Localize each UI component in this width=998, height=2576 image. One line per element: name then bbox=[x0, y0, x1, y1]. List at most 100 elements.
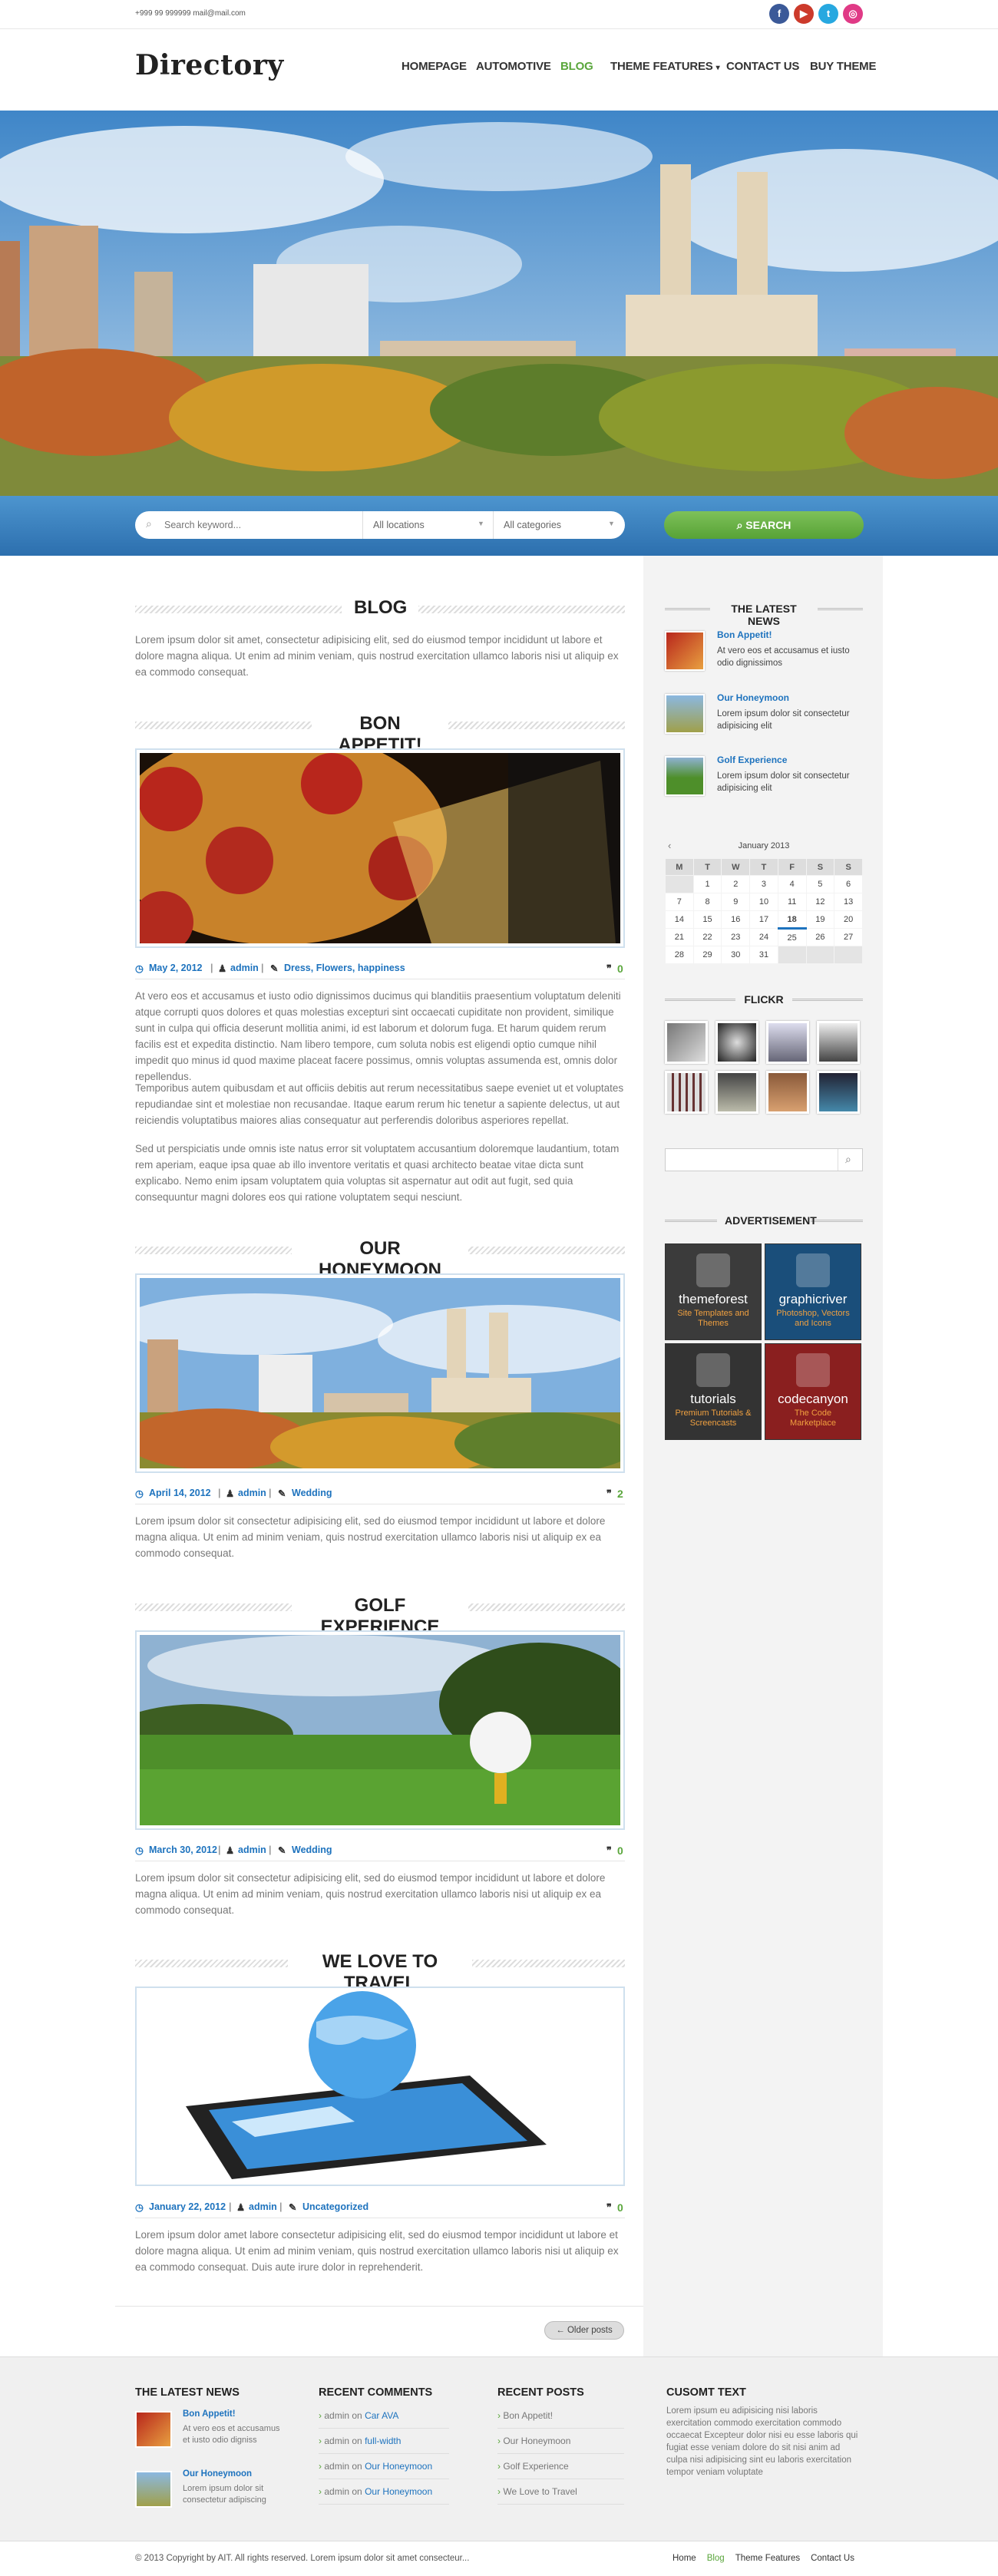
recent-post[interactable]: › Bon Appetit! bbox=[497, 2403, 624, 2429]
post-image[interactable] bbox=[117, 1273, 639, 1478]
comment-post-link[interactable]: Car AVA bbox=[365, 2410, 398, 2421]
footer-link[interactable]: Home bbox=[672, 2554, 696, 2563]
post-date[interactable]: May 2, 2012 bbox=[149, 963, 203, 973]
post-date[interactable]: March 30, 2012 bbox=[149, 1844, 217, 1855]
flickr-photo[interactable] bbox=[766, 1021, 809, 1064]
flickr-photo[interactable] bbox=[665, 1071, 708, 1114]
comment-count[interactable]: 0 bbox=[617, 1844, 623, 1857]
calendar-day[interactable]: 8 bbox=[692, 893, 722, 911]
dribbble-icon[interactable]: ◎ bbox=[843, 4, 863, 24]
calendar-day[interactable]: 22 bbox=[692, 928, 722, 946]
recent-post[interactable]: › Our Honeymoon bbox=[497, 2429, 624, 2454]
calendar-day[interactable]: 12 bbox=[805, 893, 835, 911]
calendar-day[interactable]: 3 bbox=[749, 875, 778, 893]
news-thumbnail[interactable] bbox=[665, 756, 705, 796]
news-title[interactable]: Our Honeymoon bbox=[717, 692, 789, 703]
flickr-photo[interactable] bbox=[817, 1021, 860, 1064]
calendar-day[interactable]: 20 bbox=[834, 910, 863, 929]
footer-link[interactable]: Contact Us bbox=[811, 2554, 854, 2563]
comment-count[interactable]: 0 bbox=[617, 2201, 623, 2214]
comment-count[interactable]: 0 bbox=[617, 963, 623, 975]
older-posts-button[interactable]: ← Older posts bbox=[544, 2321, 624, 2340]
news-title[interactable]: Bon Appetit! bbox=[183, 2409, 236, 2419]
calendar-day[interactable]: 28 bbox=[665, 946, 694, 964]
post-tags[interactable]: Dress, Flowers, happiness bbox=[284, 963, 405, 973]
recent-post-link[interactable]: Bon Appetit! bbox=[503, 2410, 553, 2421]
calendar-day[interactable]: 16 bbox=[721, 910, 751, 929]
post-tags[interactable]: Uncategorized bbox=[302, 2201, 368, 2212]
calendar-day[interactable]: 9 bbox=[721, 893, 751, 911]
calendar-day[interactable]: 10 bbox=[749, 893, 778, 911]
comment-post-link[interactable]: full-width bbox=[365, 2436, 401, 2446]
post-author[interactable]: admin bbox=[249, 2201, 277, 2212]
nav-blog[interactable]: BLOG bbox=[560, 60, 593, 73]
location-select[interactable]: All locations bbox=[373, 520, 488, 530]
news-thumbnail[interactable] bbox=[665, 631, 705, 671]
calendar-day[interactable]: 25 bbox=[777, 928, 807, 946]
post-image[interactable] bbox=[109, 730, 625, 953]
calendar-day[interactable]: 23 bbox=[721, 928, 751, 946]
youtube-icon[interactable]: ▶ bbox=[794, 4, 814, 24]
calendar-day[interactable]: 24 bbox=[749, 928, 778, 946]
recent-post-link[interactable]: Golf Experience bbox=[503, 2461, 568, 2472]
news-thumbnail[interactable] bbox=[135, 2471, 172, 2508]
post-image[interactable] bbox=[135, 1986, 625, 2186]
news-thumbnail[interactable] bbox=[135, 2411, 172, 2448]
nav-buy-theme[interactable]: BUY THEME bbox=[810, 60, 876, 73]
calendar-day[interactable]: 14 bbox=[665, 910, 694, 929]
calendar-day[interactable]: 1 bbox=[692, 875, 722, 893]
news-title[interactable]: Bon Appetit! bbox=[717, 629, 772, 640]
calendar-day[interactable]: 26 bbox=[805, 928, 835, 946]
nav-theme-features[interactable]: THEME FEATURES ▾ bbox=[610, 60, 720, 73]
calendar-day[interactable]: 17 bbox=[749, 910, 778, 929]
footer-link[interactable]: Theme Features bbox=[735, 2554, 800, 2563]
recent-post[interactable]: › Golf Experience bbox=[497, 2454, 624, 2479]
comment-post-link[interactable]: Our Honeymoon bbox=[365, 2461, 432, 2472]
calendar-day[interactable]: 2 bbox=[721, 875, 751, 893]
nav-automotive[interactable]: AUTOMOTIVE bbox=[476, 60, 551, 73]
search-button[interactable]: ⌕ SEARCH bbox=[664, 511, 864, 539]
comment-post-link[interactable]: Our Honeymoon bbox=[365, 2486, 432, 2497]
footer-link[interactable]: Blog bbox=[707, 2554, 725, 2563]
category-select[interactable]: All categories bbox=[504, 520, 611, 530]
post-author[interactable]: admin bbox=[238, 1488, 266, 1498]
flickr-photo[interactable] bbox=[817, 1071, 860, 1114]
post-tags[interactable]: Wedding bbox=[292, 1844, 332, 1855]
calendar-day[interactable]: 7 bbox=[665, 893, 694, 911]
calendar-day[interactable]: 27 bbox=[834, 928, 863, 946]
calendar-day[interactable]: 31 bbox=[749, 946, 778, 964]
sidebar-search-input[interactable] bbox=[670, 1153, 831, 1167]
post-author[interactable]: admin bbox=[238, 1844, 266, 1855]
calendar-day[interactable]: 13 bbox=[834, 893, 863, 911]
calendar-day[interactable]: 21 bbox=[665, 928, 694, 946]
calendar-day[interactable]: 19 bbox=[805, 910, 835, 929]
nav-homepage[interactable]: HOMEPAGE bbox=[402, 60, 467, 73]
post-tags[interactable]: Wedding bbox=[292, 1488, 332, 1498]
post-date[interactable]: April 14, 2012 bbox=[149, 1488, 211, 1498]
calendar-day[interactable]: 6 bbox=[834, 875, 863, 893]
news-title[interactable]: Golf Experience bbox=[717, 755, 787, 765]
site-logo[interactable]: Directory bbox=[135, 49, 284, 81]
news-title[interactable]: Our Honeymoon bbox=[183, 2469, 252, 2479]
flickr-photo[interactable] bbox=[715, 1071, 758, 1114]
calendar-day[interactable]: 18 bbox=[777, 910, 807, 930]
flickr-photo[interactable] bbox=[715, 1021, 758, 1064]
search-input[interactable] bbox=[164, 517, 364, 533]
flickr-photo[interactable] bbox=[766, 1071, 809, 1114]
calendar-day[interactable]: 29 bbox=[692, 946, 722, 964]
ad-banner[interactable]: graphicriver Photoshop, Vectors and Icons bbox=[765, 1243, 861, 1340]
calendar-day[interactable]: 4 bbox=[777, 875, 807, 893]
post-image[interactable] bbox=[109, 1630, 639, 1830]
news-thumbnail[interactable] bbox=[665, 694, 705, 734]
calendar-day[interactable]: 5 bbox=[805, 875, 835, 893]
ad-banner[interactable]: tutorials Premium Tutorials & Screencasts bbox=[665, 1343, 762, 1440]
twitter-icon[interactable]: t bbox=[818, 4, 838, 24]
search-icon[interactable]: ⌕ bbox=[845, 1153, 851, 1166]
comment-count[interactable]: 2 bbox=[617, 1488, 623, 1500]
chevron-left-icon[interactable]: ‹ bbox=[668, 840, 671, 851]
post-author[interactable]: admin bbox=[230, 963, 259, 973]
calendar-day[interactable]: 15 bbox=[692, 910, 722, 929]
flickr-photo[interactable] bbox=[665, 1021, 708, 1064]
nav-contact-us[interactable]: CONTACT US bbox=[726, 60, 799, 73]
recent-post[interactable]: › We Love to Travel bbox=[497, 2479, 624, 2505]
